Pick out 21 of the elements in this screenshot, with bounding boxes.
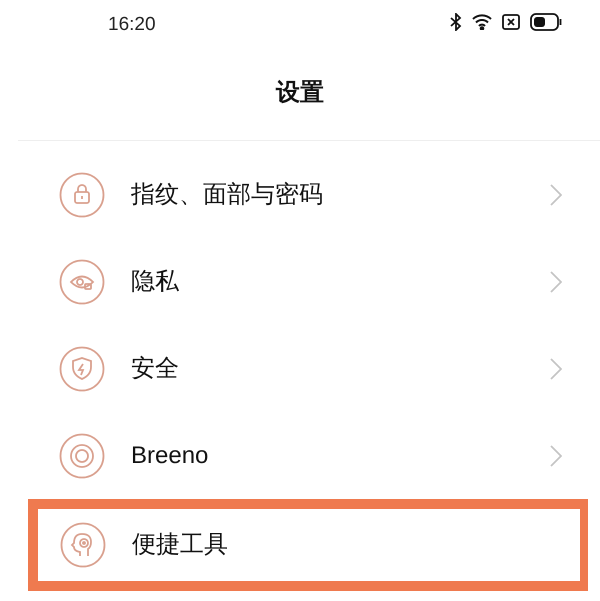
item-label: 指纹、面部与密码 xyxy=(131,180,324,210)
settings-item[interactable]: 便捷工具 xyxy=(28,499,588,591)
item-label: 隐私 xyxy=(131,266,180,296)
battery-icon xyxy=(530,13,562,31)
page-title: 设置 xyxy=(276,78,324,108)
sim-icon xyxy=(502,14,520,30)
item-label: 安全 xyxy=(131,354,180,384)
rings-icon xyxy=(59,432,105,478)
lock-icon xyxy=(59,172,105,218)
wifi-icon xyxy=(472,14,492,30)
item-label: Breeno xyxy=(131,440,210,470)
settings-item[interactable]: 指纹、面部与密码 xyxy=(0,151,600,238)
item-label: 便捷工具 xyxy=(132,530,229,560)
settings-item[interactable]: Breeno xyxy=(0,412,600,499)
bluetooth-icon xyxy=(450,13,462,31)
eye-icon xyxy=(59,258,105,304)
shield-icon xyxy=(59,346,105,392)
settings-item[interactable]: 安全 xyxy=(0,325,600,412)
settings-item[interactable]: 隐私 xyxy=(0,238,600,325)
head-icon xyxy=(60,522,106,568)
status-time: 16:20 xyxy=(108,13,156,37)
